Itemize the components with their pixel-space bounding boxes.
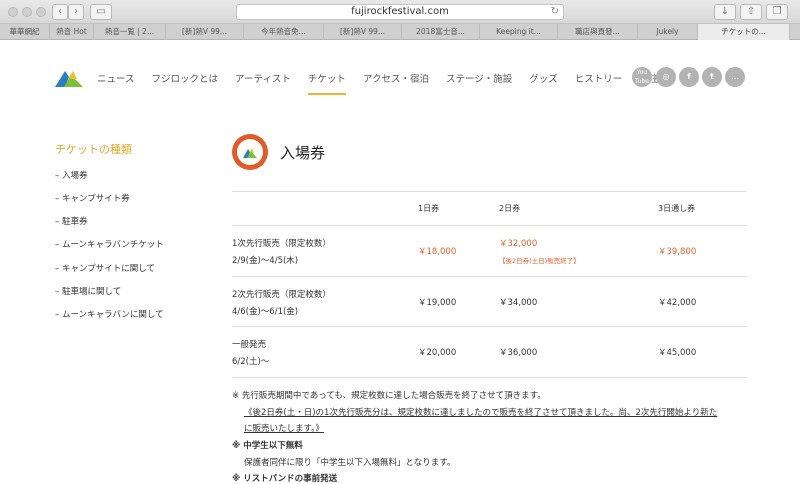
nav-history[interactable]: ヒストリー [575,71,623,85]
sidebar-item-moon-caravan-info[interactable]: – ムーンキャラバンに関して [55,308,164,320]
table-divider [232,225,746,226]
reload-icon[interactable]: ↻ [551,5,559,19]
nav-goods[interactable]: グッズ [529,71,558,85]
back-icon[interactable]: ‹ [52,4,68,20]
url-text: fujirockfestival.com [351,6,449,17]
row-label-first-presale: 1次先行販売（限定枚数） [232,239,331,249]
browser-tab[interactable]: 華華網紀 [0,24,50,40]
ticket-badge-icon [232,134,268,170]
price-cell: ￥32,000 [499,239,538,249]
row-label-general-sale: 一般発売 [232,340,267,350]
browser-tab[interactable]: Jukely [638,24,698,40]
youtube-icon[interactable]: You Tube [632,67,652,87]
row-period-second-presale: 4/6(金)～6/1(金) [232,307,299,317]
nav-about[interactable]: フジロックとは [152,71,219,85]
browser-tab[interactable]: [新]熱V 99... [324,24,402,40]
sidebar-item-moon-caravan[interactable]: – ムーンキャラバンチケット [55,238,164,250]
browser-tab[interactable]: 2018富士音... [402,24,480,40]
browser-tab-active[interactable]: チケットの... [698,24,790,40]
nav-news[interactable]: ニュース [97,71,135,85]
nav-artists[interactable]: アーティスト [235,71,291,85]
browser-tab[interactable]: Keeping it... [480,24,558,40]
column-header-1day: 1日券 [418,204,440,213]
zoom-window-button[interactable] [36,7,46,17]
tab-bar: 華華網紀 熱音 Hot 熱音一覧 | 2... [新]熱V 99... 今年熱音… [0,24,800,40]
sidebar-item-entry[interactable]: – 入場券 [55,169,87,181]
main-nav: ニュース フジロックとは アーティスト チケット アクセス・宿泊 ステージ・施設… [97,71,685,95]
price-cell: ￥42,000 [658,298,697,308]
nav-stage[interactable]: ステージ・施設 [446,71,512,85]
page-title: 入場券 [280,144,326,162]
sidebar-item-campsite-info[interactable]: – キャンプサイトに関して [55,262,155,274]
table-divider [232,276,746,277]
row-period-first-presale: 2/9(金)～4/5(木) [232,256,299,266]
table-divider [232,377,746,378]
sidebar-item-parking-info[interactable]: – 駐車場に関して [55,285,121,297]
instagram-icon[interactable]: ◎ [656,67,676,87]
forward-icon[interactable]: › [68,4,84,20]
sidebar-toggle-icon[interactable]: ▭ [90,4,112,20]
tabs-overview-icon[interactable]: ❐ [766,4,788,20]
browser-tab[interactable]: [新]熱V 99... [166,24,244,40]
line-icon[interactable]: … [725,67,745,87]
table-divider [232,326,746,327]
twitter-icon[interactable]: t [702,67,722,87]
share-icon[interactable]: ⇧ [740,4,762,20]
row-period-general-sale: 6/2(土)～ [232,357,270,367]
nav-tickets[interactable]: チケット [307,71,346,95]
price-cell: ￥18,000 [418,247,457,257]
note-wristband: ※ リストバンドの事前発送 [232,474,338,484]
sidebar-item-campsite[interactable]: – キャンプサイト券 [55,192,130,204]
browser-tab[interactable]: 今年熱音免... [244,24,324,40]
facebook-icon[interactable]: f [679,67,699,87]
note-sold-out-detail-cont: に販売いたします。》 [244,424,324,434]
sold-out-note: 【後2日券(土日)販売終了】 [499,257,580,265]
browser-toolbar: ‹ › ▭ fujirockfestival.com ↻ ↓ ⇧ ❐ [0,0,800,24]
close-window-button[interactable] [8,7,18,17]
price-cell: ￥39,800 [658,247,697,257]
column-header-2day: 2日券 [499,204,521,213]
price-cell: ￥19,000 [418,298,457,308]
price-cell: ￥36,000 [499,348,538,358]
sidebar-item-parking[interactable]: – 駐車券 [55,215,87,227]
browser-tab[interactable]: 熱音 Hot [50,24,94,40]
fujirock-logo[interactable] [55,69,83,87]
note-presale-limit: ※ 先行販売期間中であっても、規定枚数に達した場合販売を終了させて頂きます。 [232,391,546,401]
price-cell: ￥45,000 [658,348,697,358]
sidebar-title: チケットの種類 [55,143,132,156]
address-bar[interactable]: fujirockfestival.com ↻ [236,4,564,20]
price-cell: ￥20,000 [418,348,457,358]
note-junior-free: ※ 中学生以下無料 [232,441,303,451]
minimize-window-button[interactable] [22,7,32,17]
price-cell: ￥34,000 [499,298,538,308]
table-divider [232,191,746,192]
note-sold-out-detail: 《後2日券(土・日)の1次先行販売分は、規定枚数に達しましたので販売を終了させて… [244,408,718,418]
nav-access[interactable]: アクセス・宿泊 [363,71,429,85]
note-junior-free-detail: 保護者同伴に限り「中学生以下入場無料」となります。 [244,458,456,468]
download-icon[interactable]: ↓ [714,4,736,20]
row-label-second-presale: 2次先行販売（限定枚数） [232,290,331,300]
browser-tab[interactable]: 熱音一覧 | 2... [94,24,166,40]
column-header-3day: 3日通し券 [658,204,696,213]
browser-tab[interactable]: 職店與頁發... [558,24,638,40]
